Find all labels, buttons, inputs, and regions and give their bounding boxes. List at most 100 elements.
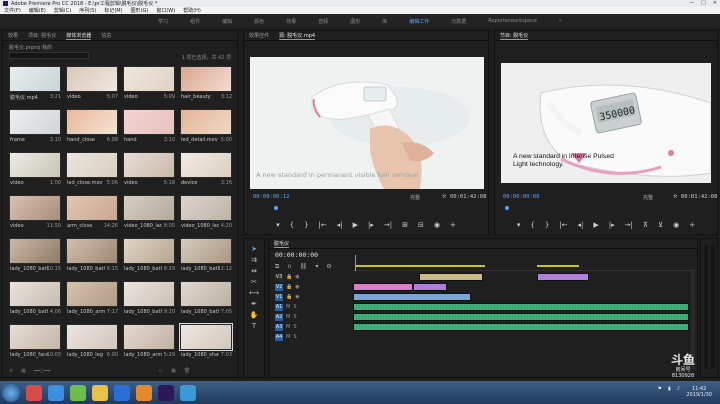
program-go-to-in-icon[interactable]: |←: [559, 221, 567, 229]
v2-lock-icon[interactable]: 🔒: [286, 284, 292, 290]
clip-v2-2[interactable]: [413, 283, 447, 291]
source-playhead[interactable]: [274, 206, 278, 210]
overwrite-icon[interactable]: ⊟: [418, 221, 424, 229]
a4-mute-icon[interactable]: M: [286, 334, 290, 340]
v1-eye-icon[interactable]: ◉: [295, 294, 299, 300]
project-item[interactable]: arm_close 14:26: [66, 195, 118, 233]
project-item[interactable]: lady_1080_arm 7:17: [66, 281, 118, 319]
workspace-reporter[interactable]: Reporterworkspace: [488, 18, 536, 24]
program-playhead[interactable]: [505, 206, 509, 210]
razor-tool-icon[interactable]: ✂: [249, 278, 259, 286]
audio-clip-a3[interactable]: [353, 323, 689, 331]
tab-info[interactable]: 信息: [101, 32, 111, 39]
timeline-playhead[interactable]: [355, 255, 356, 271]
project-item[interactable]: lady_1080_bath 10:15: [9, 238, 61, 276]
menu-edit[interactable]: 编辑(E): [29, 7, 46, 14]
menu-sequence[interactable]: 序列(S): [79, 7, 96, 14]
go-to-out-icon[interactable]: →|: [384, 221, 392, 229]
pen-tool-icon[interactable]: ✒: [249, 300, 259, 308]
menu-graphics[interactable]: 图形(G): [131, 7, 149, 14]
workspace-libraries[interactable]: 库: [382, 18, 387, 25]
v1-lock-icon[interactable]: 🔒: [286, 294, 292, 300]
icon-view-icon[interactable]: ▦: [21, 368, 26, 374]
taskbar-clock[interactable]: 11:42 2019/1/30: [686, 386, 712, 398]
project-item[interactable]: frame 3:10: [9, 109, 61, 147]
program-wrench-icon[interactable]: ⚒: [673, 194, 677, 200]
tray-network-icon[interactable]: ▮: [668, 386, 671, 392]
audio-clip-a1[interactable]: [353, 303, 689, 311]
list-view-icon[interactable]: ≡: [9, 368, 13, 374]
add-button-icon[interactable]: +: [450, 221, 456, 229]
workspace-edit-work[interactable]: 编辑工作: [409, 18, 429, 25]
menu-clip[interactable]: 剪辑(C): [54, 7, 71, 14]
taskbar-app-6-icon[interactable]: [136, 384, 152, 401]
source-video-frame[interactable]: A new standard in permanent visible hair…: [250, 57, 484, 189]
tab-project[interactable]: 项目: 脱毛仪: [28, 32, 56, 39]
v1-target[interactable]: V1: [275, 293, 283, 301]
a2-mute-icon[interactable]: M: [286, 314, 290, 320]
v2-target[interactable]: V2: [275, 283, 283, 291]
close-button[interactable]: ✕: [713, 0, 717, 6]
workspace-learn[interactable]: 学习: [158, 18, 168, 25]
program-step-forward-icon[interactable]: |▸: [609, 221, 615, 229]
project-item[interactable]: lady_1080_bath 9:20: [123, 281, 175, 319]
tray-flag-icon[interactable]: ⚑: [658, 386, 662, 392]
step-back-icon[interactable]: ◂|: [337, 221, 343, 229]
new-item-icon[interactable]: ▣: [171, 368, 176, 374]
audio-clip-a2[interactable]: [353, 313, 689, 321]
taskbar-app-5-icon[interactable]: [114, 384, 130, 401]
project-item[interactable]: video 5:18: [123, 152, 175, 190]
project-item[interactable]: video 5:07: [66, 66, 118, 104]
add-marker-icon[interactable]: ▾: [276, 221, 280, 229]
tab-sequence[interactable]: 脱毛仪: [274, 240, 290, 248]
project-item[interactable]: led_close.mov 5:06: [66, 152, 118, 190]
play-icon[interactable]: ▶: [353, 221, 358, 229]
timeline-ruler[interactable]: [353, 255, 693, 271]
taskbar-app-3-icon[interactable]: [70, 384, 86, 401]
taskbar-app-2-icon[interactable]: [48, 384, 64, 401]
program-add-marker-icon[interactable]: ▾: [517, 221, 521, 229]
a3-solo-icon[interactable]: S: [293, 324, 296, 330]
program-video-frame[interactable]: 350000 A new standard in Intense Pulsed …: [501, 63, 711, 183]
program-play-icon[interactable]: ▶: [593, 221, 598, 229]
export-frame-icon[interactable]: ◉: [434, 221, 440, 229]
project-item[interactable]: lady_1080_leg 6:00: [66, 324, 118, 362]
a2-solo-icon[interactable]: S: [293, 314, 296, 320]
project-item[interactable]: hair_beauty 3:12: [180, 66, 232, 104]
a1-target[interactable]: A1: [275, 303, 283, 311]
project-item[interactable]: lady_1080_bath 8:29: [123, 238, 175, 276]
a4-solo-icon[interactable]: S: [293, 334, 296, 340]
taskbar-premiere-icon[interactable]: [158, 384, 174, 401]
project-item[interactable]: video_1080_lady.mov4:20: [180, 195, 232, 233]
program-mark-out-icon[interactable]: }: [545, 221, 549, 229]
project-item[interactable]: device 3:16: [180, 152, 232, 190]
menu-window[interactable]: 窗口(W): [156, 7, 175, 14]
project-item[interactable]: lady_1080_bath 6:15: [66, 238, 118, 276]
project-item[interactable]: lady_1080_face 10:03: [9, 324, 61, 362]
v3-target[interactable]: V3: [275, 273, 283, 281]
source-fit-select[interactable]: 完整: [410, 194, 420, 201]
v2-eye-icon[interactable]: ◉: [295, 284, 299, 290]
program-fit-select[interactable]: 完整: [643, 194, 653, 201]
project-item[interactable]: 脱毛仪.mp4 3:21: [9, 66, 61, 104]
a3-mute-icon[interactable]: M: [286, 324, 290, 330]
marker-icon[interactable]: ▾: [315, 263, 318, 271]
project-search-input[interactable]: [9, 52, 89, 59]
program-timecode[interactable]: 00:00:00:00: [503, 194, 539, 200]
program-step-back-icon[interactable]: ◂|: [578, 221, 584, 229]
ripple-edit-tool-icon[interactable]: ⇹: [249, 267, 259, 275]
project-item[interactable]: lady_1080_arm_x5:29: [123, 324, 175, 362]
source-scrubber[interactable]: [252, 206, 482, 210]
program-go-to-out-icon[interactable]: →|: [625, 221, 633, 229]
settings-icon[interactable]: ⚙: [326, 263, 331, 271]
lift-icon[interactable]: ⊼: [643, 221, 648, 229]
type-tool-icon[interactable]: T: [249, 322, 259, 330]
step-forward-icon[interactable]: |▸: [368, 221, 374, 229]
selection-tool-icon[interactable]: ➤: [249, 245, 259, 253]
v3-lock-icon[interactable]: 🔒: [286, 274, 292, 280]
workspace-overflow[interactable]: »: [559, 18, 562, 24]
zoom-slider[interactable]: ━━○━━: [34, 368, 50, 374]
wrench-icon[interactable]: ⚒: [442, 194, 446, 200]
project-item[interactable]: hand 3:10: [123, 109, 175, 147]
tab-effect-controls[interactable]: 效果控件: [249, 32, 269, 39]
